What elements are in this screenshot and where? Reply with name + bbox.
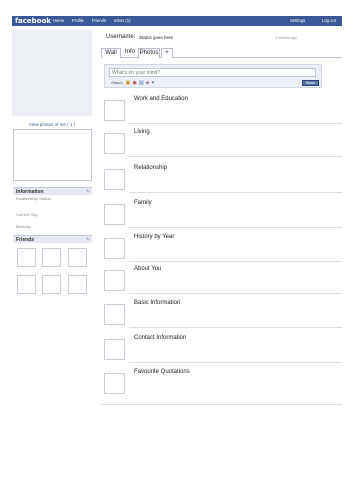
friend-thumbnail[interactable] — [68, 275, 87, 294]
status-text: Status goes here — [139, 35, 174, 40]
settings-link[interactable]: Settings — [290, 16, 305, 26]
event-attach-icon[interactable]: ▤ — [139, 80, 144, 86]
section-thumbnail — [104, 373, 125, 394]
section-divider — [129, 192, 342, 193]
photo-preview-box[interactable] — [13, 129, 92, 181]
section-title: Living — [134, 129, 150, 135]
section-divider — [129, 293, 342, 294]
friend-thumbnail[interactable] — [17, 248, 36, 267]
section-thumbnail — [104, 339, 125, 360]
section-title: Relationship — [134, 165, 168, 171]
photo-attach-icon[interactable]: ▣ — [126, 80, 131, 86]
birthday-label: Birthday: — [16, 224, 32, 229]
nav-inbox-link[interactable]: Inbox (1) — [114, 16, 131, 26]
status-timestamp: 2 minutes ago — [275, 36, 297, 40]
tab-info[interactable]: Info — [123, 48, 137, 58]
section-title: History by Year — [134, 234, 175, 240]
profile-picture[interactable] — [12, 30, 92, 116]
view-photos-link[interactable]: View photos of me ( 1 ) — [12, 122, 92, 127]
section-thumbnail — [104, 169, 125, 190]
share-button[interactable]: Share — [302, 80, 319, 86]
current-city-label: Current City: — [16, 212, 39, 217]
information-heading: Information — [16, 189, 44, 195]
section-title: Basic Information — [134, 300, 181, 306]
section-thumbnail — [104, 100, 125, 121]
friends-header: Friends ✎ — [13, 235, 92, 243]
top-navigation-bar: facebook Home Profile Friends Inbox (1) … — [12, 16, 342, 26]
section-title: Favourite Quotations — [134, 369, 190, 375]
friends-heading: Friends — [16, 237, 35, 243]
facebook-logo[interactable]: facebook — [15, 16, 51, 26]
section-thumbnail — [104, 270, 125, 291]
friend-thumbnail[interactable] — [17, 275, 36, 294]
nav-friends-link[interactable]: Friends — [92, 16, 106, 26]
status-composer: What's on your mind? Attach: ▣ ◉ ▤ ◈ ▾ S… — [104, 64, 322, 88]
tab-add[interactable]: + — [161, 48, 173, 58]
section-divider — [129, 123, 342, 124]
friend-thumbnail[interactable] — [42, 248, 61, 267]
section-divider — [129, 261, 342, 262]
section-thumbnail — [104, 133, 125, 154]
status-input[interactable]: What's on your mind? — [109, 68, 316, 77]
section-divider — [129, 362, 342, 363]
section-title: Family — [134, 200, 152, 206]
username-label: Username: — [106, 34, 136, 40]
tab-wall[interactable]: Wall — [101, 48, 121, 58]
chevron-down-icon[interactable]: ▾ — [152, 80, 155, 86]
logout-link[interactable]: Log out — [322, 16, 336, 26]
section-divider — [129, 156, 342, 157]
section-divider — [129, 327, 342, 328]
attach-row: Attach: ▣ ◉ ▤ ◈ ▾ — [111, 80, 154, 86]
section-title: About You — [134, 266, 162, 272]
content-bottom-divider — [101, 404, 342, 405]
information-header: Information ✎ — [13, 187, 92, 195]
friend-thumbnail[interactable] — [68, 248, 87, 267]
tab-photos[interactable]: Photos — [138, 48, 160, 58]
edit-pencil-icon[interactable]: ✎ — [86, 189, 90, 195]
friend-thumbnail[interactable] — [42, 275, 61, 294]
relationship-status-label: Relationship Status: — [16, 196, 52, 201]
nav-profile-link[interactable]: Profile — [72, 16, 84, 26]
link-attach-icon[interactable]: ◈ — [146, 80, 150, 86]
section-thumbnail — [104, 204, 125, 225]
section-title: Work and Education — [134, 96, 188, 102]
section-thumbnail — [104, 238, 125, 259]
section-divider — [129, 227, 342, 228]
attach-label: Attach: — [111, 80, 124, 85]
section-thumbnail — [104, 304, 125, 325]
edit-pencil-icon[interactable]: ✎ — [86, 237, 90, 243]
video-attach-icon[interactable]: ◉ — [132, 80, 136, 86]
section-title: Contact Information — [134, 335, 187, 341]
nav-home-link[interactable]: Home — [53, 16, 64, 26]
